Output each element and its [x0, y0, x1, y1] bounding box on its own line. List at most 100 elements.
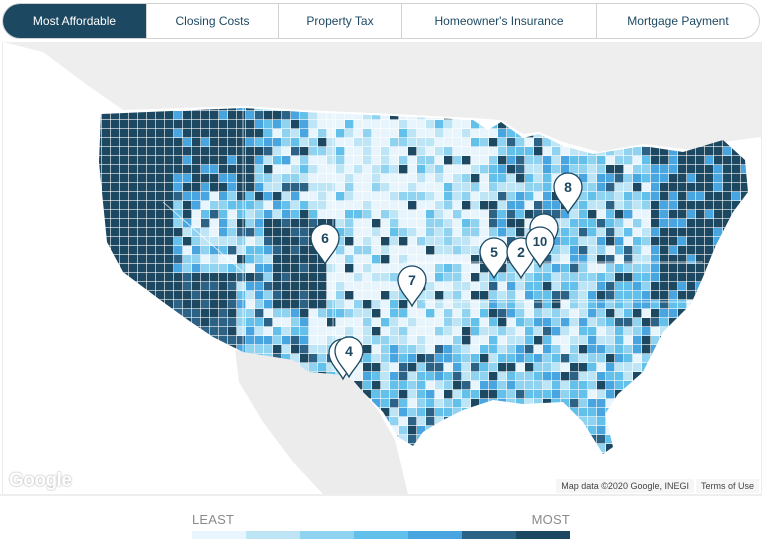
county-cell[interactable]: [291, 210, 300, 219]
county-cell[interactable]: [210, 264, 219, 273]
county-cell[interactable]: [669, 237, 678, 246]
county-cell[interactable]: [606, 264, 615, 273]
county-cell[interactable]: [489, 300, 498, 309]
county-cell[interactable]: [372, 336, 381, 345]
county-cell[interactable]: [696, 453, 705, 461]
county-cell[interactable]: [543, 174, 552, 183]
county-cell[interactable]: [255, 309, 264, 318]
county-cell[interactable]: [444, 354, 453, 363]
county-cell[interactable]: [651, 192, 660, 201]
county-cell[interactable]: [147, 255, 156, 264]
county-cell[interactable]: [426, 408, 435, 417]
county-cell[interactable]: [147, 354, 156, 363]
county-cell[interactable]: [462, 138, 471, 147]
county-cell[interactable]: [498, 129, 507, 138]
county-cell[interactable]: [219, 390, 228, 399]
county-cell[interactable]: [552, 291, 561, 300]
county-cell[interactable]: [372, 264, 381, 273]
county-cell[interactable]: [642, 156, 651, 165]
county-cell[interactable]: [372, 318, 381, 327]
county-cell[interactable]: [588, 363, 597, 372]
county-cell[interactable]: [336, 264, 345, 273]
county-cell[interactable]: [228, 228, 237, 237]
county-cell[interactable]: [489, 327, 498, 336]
county-cell[interactable]: [336, 165, 345, 174]
county-cell[interactable]: [471, 336, 480, 345]
county-cell[interactable]: [120, 291, 129, 300]
county-cell[interactable]: [111, 111, 120, 120]
county-cell[interactable]: [471, 444, 480, 453]
county-cell[interactable]: [354, 129, 363, 138]
county-cell[interactable]: [309, 300, 318, 309]
county-cell[interactable]: [291, 111, 300, 120]
county-cell[interactable]: [651, 381, 660, 390]
county-cell[interactable]: [525, 291, 534, 300]
county-cell[interactable]: [426, 165, 435, 174]
county-cell[interactable]: [228, 147, 237, 156]
county-cell[interactable]: [480, 417, 489, 426]
county-cell[interactable]: [354, 201, 363, 210]
county-cell[interactable]: [714, 408, 723, 417]
county-cell[interactable]: [102, 417, 111, 426]
county-cell[interactable]: [516, 336, 525, 345]
county-cell[interactable]: [372, 282, 381, 291]
county-cell[interactable]: [471, 183, 480, 192]
county-cell[interactable]: [480, 399, 489, 408]
county-cell[interactable]: [507, 291, 516, 300]
county-cell[interactable]: [471, 120, 480, 129]
county-cell[interactable]: [111, 255, 120, 264]
county-cell[interactable]: [714, 210, 723, 219]
county-cell[interactable]: [525, 138, 534, 147]
county-cell[interactable]: [309, 309, 318, 318]
county-cell[interactable]: [345, 282, 354, 291]
county-cell[interactable]: [408, 228, 417, 237]
county-cell[interactable]: [633, 309, 642, 318]
county-cell[interactable]: [750, 453, 758, 461]
county-cell[interactable]: [219, 309, 228, 318]
county-cell[interactable]: [516, 372, 525, 381]
county-cell[interactable]: [192, 264, 201, 273]
county-cell[interactable]: [660, 183, 669, 192]
county-cell[interactable]: [183, 444, 192, 453]
county-cell[interactable]: [201, 354, 210, 363]
county-cell[interactable]: [174, 282, 183, 291]
county-cell[interactable]: [633, 210, 642, 219]
county-cell[interactable]: [93, 102, 102, 111]
county-cell[interactable]: [183, 174, 192, 183]
county-cell[interactable]: [174, 201, 183, 210]
county-cell[interactable]: [183, 156, 192, 165]
county-cell[interactable]: [381, 390, 390, 399]
county-cell[interactable]: [102, 228, 111, 237]
county-cell[interactable]: [345, 264, 354, 273]
county-cell[interactable]: [138, 408, 147, 417]
county-cell[interactable]: [498, 417, 507, 426]
county-cell[interactable]: [201, 453, 210, 461]
county-cell[interactable]: [129, 246, 138, 255]
county-cell[interactable]: [525, 318, 534, 327]
county-cell[interactable]: [165, 174, 174, 183]
county-cell[interactable]: [408, 192, 417, 201]
county-cell[interactable]: [363, 273, 372, 282]
county-cell[interactable]: [435, 138, 444, 147]
county-cell[interactable]: [192, 138, 201, 147]
county-cell[interactable]: [435, 129, 444, 138]
county-cell[interactable]: [606, 246, 615, 255]
county-cell[interactable]: [264, 300, 273, 309]
county-cell[interactable]: [597, 237, 606, 246]
county-cell[interactable]: [111, 174, 120, 183]
county-cell[interactable]: [624, 156, 633, 165]
county-cell[interactable]: [426, 399, 435, 408]
county-cell[interactable]: [390, 129, 399, 138]
county-cell[interactable]: [489, 228, 498, 237]
county-cell[interactable]: [498, 399, 507, 408]
county-cell[interactable]: [426, 318, 435, 327]
county-cell[interactable]: [453, 264, 462, 273]
county-cell[interactable]: [462, 120, 471, 129]
county-cell[interactable]: [246, 426, 255, 435]
county-cell[interactable]: [111, 390, 120, 399]
county-cell[interactable]: [345, 120, 354, 129]
county-cell[interactable]: [120, 309, 129, 318]
county-cell[interactable]: [156, 444, 165, 453]
county-cell[interactable]: [408, 390, 417, 399]
county-cell[interactable]: [444, 201, 453, 210]
